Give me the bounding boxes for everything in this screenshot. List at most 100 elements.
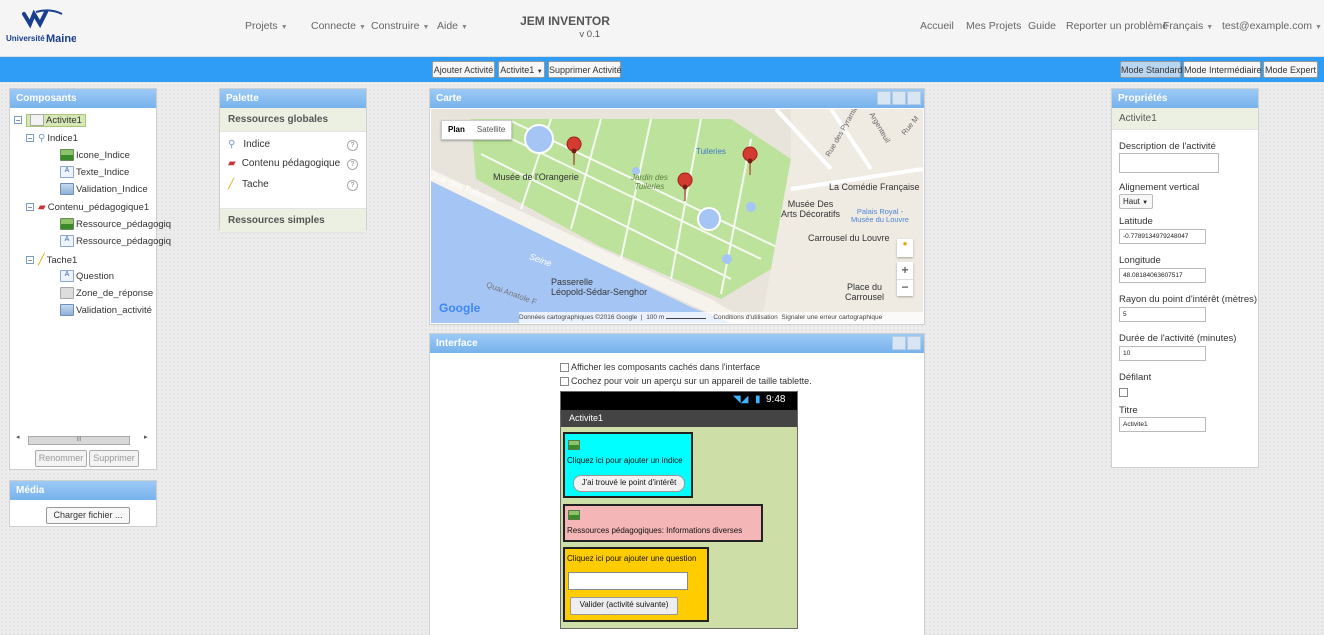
phone-status-bar: ◥◢ ▮ 9:48 <box>561 392 797 410</box>
help-icon[interactable]: ? <box>347 180 358 191</box>
simple-resources-header[interactable]: Ressources simples <box>220 208 366 233</box>
global-resources-header[interactable]: Ressources globales <box>220 108 366 132</box>
tree-node-activite1[interactable]: − Activite1 <box>14 113 86 129</box>
title-input[interactable]: Activite1 <box>1119 417 1206 432</box>
show-hidden-checkbox[interactable] <box>560 363 569 373</box>
tree-node-ressource-1[interactable]: Ressource_pédagogiq <box>60 217 171 233</box>
hint-found-button[interactable]: J'ai trouvé le point d'intérêt <box>573 475 685 492</box>
menu-projets[interactable]: Projets ▼ <box>245 20 288 32</box>
tree-node-zone-reponse[interactable]: Zone_de_réponse <box>60 286 153 302</box>
question-box[interactable]: Cliquez ici pour ajouter une question Va… <box>563 547 709 622</box>
menu-aide[interactable]: Aide ▼ <box>437 20 468 32</box>
link-guide[interactable]: Guide <box>1028 20 1056 32</box>
activity-select-value: Activite1 <box>500 65 535 75</box>
collapse-icon[interactable]: − <box>26 256 34 265</box>
zoom-in-button[interactable]: + <box>897 262 913 279</box>
tree-node-tache1[interactable]: − ╱ Tache1 <box>26 252 77 268</box>
mode-standard-button[interactable]: Mode Standard <box>1120 61 1183 78</box>
map-label-palais-royal: Palais Royal - Musée du Louvre <box>851 207 909 224</box>
tree-node-icone-indice[interactable]: Icone_Indice <box>60 148 130 164</box>
scroll-thumb[interactable]: III <box>28 436 130 445</box>
tree-node-validation-indice[interactable]: Validation_Indice <box>60 182 148 198</box>
textbox-icon <box>60 287 74 300</box>
rename-button[interactable]: Renommer <box>35 450 87 467</box>
map-type-plan[interactable]: Plan <box>442 125 471 134</box>
language-menu[interactable]: Français ▼ <box>1163 20 1213 32</box>
delete-activity-button[interactable]: Supprimer Activité <box>548 61 622 78</box>
map-type-satellite[interactable]: Satellite <box>471 125 511 134</box>
tree-node-question[interactable]: A Question <box>60 269 114 285</box>
minimize-icon[interactable] <box>892 336 906 350</box>
scroll-left-icon[interactable]: ◂ <box>16 433 20 441</box>
mode-intermediate-button[interactable]: Mode Intermédiaire <box>1183 61 1262 78</box>
answer-input[interactable] <box>568 572 688 590</box>
button-icon <box>60 183 74 196</box>
link-mes-projets[interactable]: Mes Projets <box>966 20 1021 32</box>
add-activity-button[interactable]: Ajouter Activité <box>432 61 495 78</box>
tree-node-texte-indice[interactable]: A Texte_Indice <box>60 165 129 181</box>
palette-item-indice[interactable]: ⚲ Indice <box>228 139 270 150</box>
mode-expert-button[interactable]: Mode Expert <box>1263 61 1318 78</box>
activity-select[interactable]: Activite1 ▼ <box>498 61 545 78</box>
tree-scrollbar[interactable]: ◂ III ▸ <box>16 433 152 445</box>
close-icon[interactable] <box>907 91 921 105</box>
map-report-link[interactable]: Signaler une erreur cartographique <box>781 314 882 321</box>
radius-input[interactable]: 5 <box>1119 307 1206 322</box>
scale-bar <box>666 314 707 319</box>
description-label: Description de l'activité <box>1119 141 1216 152</box>
pencil-icon: ╱ <box>228 179 235 190</box>
menu-construire[interactable]: Construire ▼ <box>371 20 429 32</box>
longitude-input[interactable]: 48.08184063607517 <box>1119 268 1206 283</box>
palette-item-tache[interactable]: ╱ Tache <box>228 179 269 190</box>
align-select[interactable]: Haut ▼ <box>1119 194 1153 209</box>
chevron-down-icon: ▼ <box>1142 200 1149 206</box>
show-hidden-option[interactable]: Afficher les composants cachés dans l'in… <box>560 362 760 373</box>
validate-activity-button[interactable]: Valider (activité suivante) <box>570 597 678 615</box>
hint-box[interactable]: Cliquez ici pour ajouter un indice J'ai … <box>563 432 693 498</box>
scroll-right-icon[interactable]: ▸ <box>144 433 148 441</box>
help-icon[interactable]: ? <box>347 159 358 170</box>
palette-item-contenu[interactable]: ▰ Contenu pédagogique <box>228 158 340 169</box>
duration-input[interactable]: 10 <box>1119 346 1206 361</box>
tablet-preview-option[interactable]: Cochez pour voir un aperçu sur un appare… <box>560 376 812 387</box>
zoom-out-button[interactable]: − <box>897 279 913 297</box>
map-view[interactable]: Plan Satellite Musée de l'Orangerie Tuile… <box>431 109 923 323</box>
minimize-icon[interactable] <box>877 91 891 105</box>
tree-node-ressource-2[interactable]: A Ressource_pédagogiq <box>60 234 171 250</box>
maximize-icon[interactable] <box>892 91 906 105</box>
university-logo[interactable]: Université Maine <box>6 8 77 48</box>
tree-node-validation-activite[interactable]: Validation_activité <box>60 303 152 319</box>
pencil-icon: ╱ <box>38 254 45 266</box>
user-menu[interactable]: test@example.com ▼ <box>1222 20 1322 32</box>
scroll-checkbox[interactable] <box>1119 387 1128 397</box>
map-terms-link[interactable]: Conditions d'utilisation <box>713 314 777 321</box>
tree-node-contenu-pedagogique1[interactable]: − ▰ Contenu_pédagogique1 <box>26 200 149 216</box>
tree-node-label: Icone_Indice <box>76 150 130 161</box>
map-label-tuileries-metro: Tuileries <box>696 147 726 156</box>
menu-connecte[interactable]: Connecte ▼ <box>311 20 366 32</box>
description-input[interactable] <box>1119 153 1219 173</box>
properties-panel: Propriétés Activite1 Description de l'ac… <box>1111 88 1259 468</box>
help-icon[interactable]: ? <box>347 140 358 151</box>
map-type-control: Plan Satellite <box>441 120 513 140</box>
interface-panel: Interface Afficher les composants cachés… <box>429 333 925 635</box>
resources-text: Ressources pédagogiques: Informations di… <box>567 526 743 535</box>
street-view-icon[interactable]: ● <box>897 239 913 257</box>
delete-component-button[interactable]: Supprimer <box>89 450 139 467</box>
collapse-icon[interactable]: − <box>26 134 34 143</box>
menu-aide-label: Aide <box>437 20 459 32</box>
link-report-problem[interactable]: Reporter un problème <box>1066 20 1168 32</box>
tree-node-indice1[interactable]: − ⚲ Indice1 <box>26 131 78 147</box>
latitude-input[interactable]: -0.7789134979248047 <box>1119 229 1206 244</box>
image-icon <box>60 149 74 162</box>
collapse-icon[interactable]: − <box>26 203 34 212</box>
panel-controls <box>891 336 921 355</box>
tablet-preview-checkbox[interactable] <box>560 377 569 387</box>
title-label: Titre <box>1119 405 1138 416</box>
resources-box[interactable]: Ressources pédagogiques: Informations di… <box>563 504 763 542</box>
link-accueil[interactable]: Accueil <box>920 20 954 32</box>
maximize-icon[interactable] <box>907 336 921 350</box>
collapse-icon[interactable]: − <box>14 116 22 125</box>
map-label-orangerie: Musée de l'Orangerie <box>493 172 579 182</box>
upload-file-button[interactable]: Charger fichier ... <box>46 507 130 524</box>
